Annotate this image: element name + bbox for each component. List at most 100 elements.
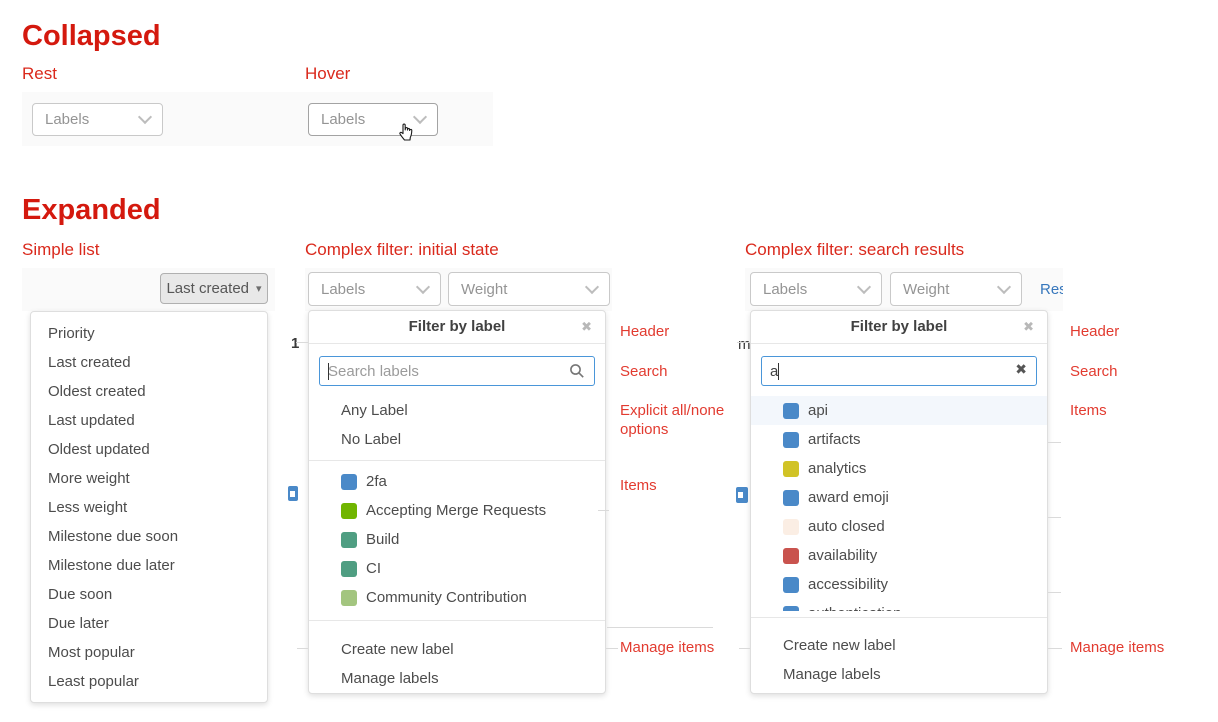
- close-icon[interactable]: ✖: [1023, 311, 1034, 343]
- page-artifact-line: [1048, 442, 1061, 443]
- close-icon[interactable]: ✖: [581, 311, 592, 343]
- label-color-chip: [783, 403, 799, 419]
- caption-complex-initial: Complex filter: initial state: [305, 240, 499, 260]
- label-item[interactable]: artifacts: [751, 425, 1047, 454]
- label-filter-panel-initial: Filter by label ✖ Any LabelNo Label 2fa …: [308, 310, 606, 694]
- label-color-chip: [341, 590, 357, 606]
- label-item[interactable]: 2fa: [309, 467, 605, 496]
- section-title-collapsed: Collapsed: [22, 20, 161, 52]
- page-fragment-text: m: [738, 336, 751, 353]
- divider: [309, 620, 605, 621]
- state-label-hover: Hover: [305, 64, 350, 84]
- dropdown-label: Weight: [461, 281, 507, 298]
- page-artifact-line: [607, 627, 713, 628]
- sort-option-item[interactable]: Milestone due later: [31, 551, 267, 580]
- sort-option-item[interactable]: Due later: [31, 609, 267, 638]
- labels-dropdown-hover[interactable]: Labels: [308, 103, 438, 136]
- label-search-input[interactable]: [761, 356, 1037, 386]
- divider: [309, 460, 605, 461]
- label-name: availability: [808, 547, 877, 564]
- panel-title: Filter by label: [409, 318, 506, 335]
- sort-option-item[interactable]: Oldest updated: [31, 435, 267, 464]
- page-artifact-line: [1048, 592, 1061, 593]
- weight-filter-toggle[interactable]: Weight: [448, 272, 610, 306]
- sort-option-item[interactable]: Least popular: [31, 667, 267, 696]
- weight-filter-toggle[interactable]: Weight: [890, 272, 1022, 306]
- annotation-header: Header: [620, 322, 669, 341]
- label-item[interactable]: auto closed: [751, 512, 1047, 541]
- chevron-down-icon: [138, 110, 152, 124]
- label-color-chip: [783, 490, 799, 506]
- sort-toggle-button[interactable]: Last created ▾: [160, 273, 268, 304]
- chevron-down-icon: [413, 110, 427, 124]
- annotation-all-none: Explicit all/none options: [620, 401, 732, 439]
- caption-simple-list: Simple list: [22, 240, 99, 260]
- label-color-chip: [783, 548, 799, 564]
- label-item[interactable]: accessibility: [751, 570, 1047, 599]
- sort-option-item[interactable]: Last updated: [31, 406, 267, 435]
- sort-option-item[interactable]: More weight: [31, 464, 267, 493]
- all-none-option[interactable]: Any Label: [309, 396, 605, 425]
- annotation-items: Items: [620, 476, 657, 495]
- label-name: Build: [366, 531, 399, 548]
- text-cursor: [328, 363, 329, 380]
- label-item[interactable]: CI: [309, 554, 605, 583]
- panel-footer: Create new label Manage labels: [309, 627, 605, 693]
- page-artifact-line: [1048, 517, 1061, 518]
- all-none-option[interactable]: No Label: [309, 425, 605, 454]
- sort-option-item[interactable]: Oldest created: [31, 377, 267, 406]
- labels-dropdown-rest[interactable]: Labels: [32, 103, 163, 136]
- dropdown-label: Labels: [45, 111, 89, 128]
- divider: [751, 617, 1047, 618]
- label-item[interactable]: authentication: [751, 599, 1047, 611]
- chevron-down-icon: [997, 279, 1011, 293]
- sort-option-item[interactable]: Less weight: [31, 493, 267, 522]
- create-new-label-link[interactable]: Create new label: [751, 631, 1047, 660]
- label-name: auto closed: [808, 518, 885, 535]
- sort-dropdown-panel: PriorityLast createdOldest createdLast u…: [30, 311, 268, 703]
- leader-line: [737, 342, 750, 343]
- sort-option-item[interactable]: Priority: [31, 319, 267, 348]
- label-color-chip: [783, 519, 799, 535]
- clear-search-icon[interactable]: ✖: [1015, 361, 1027, 378]
- label-results-scroll-area[interactable]: api artifacts analytics award emoji auto…: [751, 396, 1047, 611]
- label-name: 2fa: [366, 473, 387, 490]
- label-item[interactable]: award emoji: [751, 483, 1047, 512]
- sort-option-item[interactable]: Milestone due soon: [31, 522, 267, 551]
- search-area: [309, 344, 605, 396]
- chevron-down-icon: [585, 279, 599, 293]
- leader-line: [297, 648, 308, 649]
- annotation-manage-items: Manage items: [620, 638, 714, 657]
- label-item[interactable]: Accepting Merge Requests: [309, 496, 605, 525]
- labels-filter-toggle[interactable]: Labels: [308, 272, 441, 306]
- reset-labels-link[interactable]: Res: [1040, 281, 1063, 298]
- label-search-input[interactable]: [319, 356, 595, 386]
- sort-option-item[interactable]: Most popular: [31, 638, 267, 667]
- manage-labels-link[interactable]: Manage labels: [309, 664, 605, 693]
- label-item[interactable]: Build: [309, 525, 605, 554]
- sort-options-list: PriorityLast createdOldest createdLast u…: [31, 312, 267, 703]
- label-item[interactable]: analytics: [751, 454, 1047, 483]
- label-item[interactable]: Community Contribution: [309, 583, 605, 612]
- text-cursor: [778, 363, 779, 380]
- label-color-chip: [783, 432, 799, 448]
- leader-line: [1048, 648, 1062, 649]
- label-color-chip: [341, 561, 357, 577]
- label-filter-panel-search: Filter by label ✖ ✖ api artifacts analyt…: [750, 310, 1048, 694]
- labels-filter-toggle[interactable]: Labels: [750, 272, 882, 306]
- sort-option-item[interactable]: Due soon: [31, 580, 267, 609]
- dropdown-label: Labels: [321, 111, 365, 128]
- page-artifact-line: [598, 510, 609, 511]
- label-item[interactable]: availability: [751, 541, 1047, 570]
- manage-labels-link[interactable]: Manage labels: [751, 660, 1047, 689]
- label-color-chip: [783, 461, 799, 477]
- label-name: artifacts: [808, 431, 861, 448]
- label-items-list[interactable]: 2fa Accepting Merge Requests Build CI Co…: [309, 467, 605, 612]
- leader-line: [606, 648, 618, 649]
- page-fragment-label-chip: [288, 486, 298, 501]
- create-new-label-link[interactable]: Create new label: [309, 635, 605, 664]
- annotation-manage-items: Manage items: [1070, 638, 1164, 657]
- label-item[interactable]: api: [751, 396, 1047, 425]
- sort-option-item[interactable]: Last created: [31, 348, 267, 377]
- page-fragment-label-chip: [736, 487, 748, 503]
